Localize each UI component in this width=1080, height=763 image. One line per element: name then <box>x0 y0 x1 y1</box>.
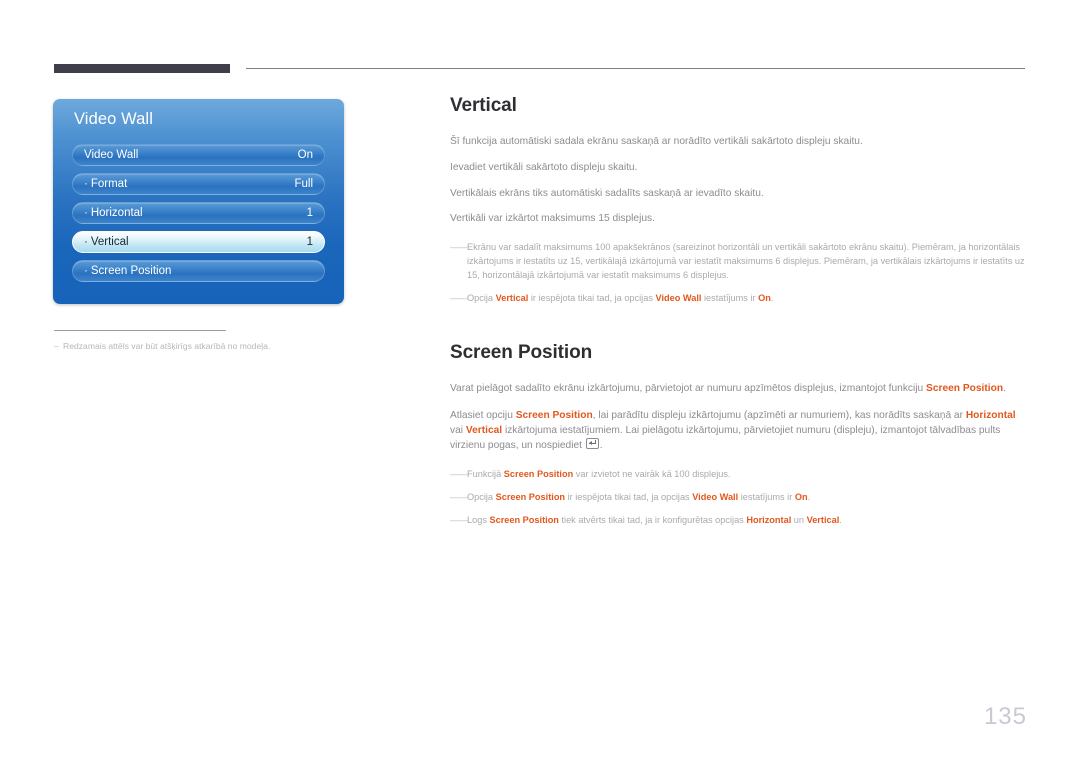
note-item: ―― Logs Screen Position tiek atvērts tika… <box>450 514 1027 528</box>
image-disclaimer-note: – Redzamais attēls var būt atšķirīgs atka… <box>54 330 344 352</box>
note-highlight: Vertical <box>806 515 840 526</box>
osd-menu-item-label: · Vertical <box>84 236 129 248</box>
note-item: ―― Opcija Vertical ir iespējota tikai tad… <box>450 292 1027 306</box>
section-note-list: ―― Ekrānu var sadalīt maksimums 100 apakš… <box>450 241 1027 306</box>
osd-menu-item-horizontal[interactable]: · Horizontal 1 <box>72 202 325 224</box>
video-wall-osd-panel: Video Wall Video Wall On · Format Full · Horiz… <box>53 99 344 304</box>
note-dash-icon: ―― <box>450 469 469 480</box>
note-dash-icon: ―― <box>450 293 469 304</box>
paragraph-highlight: Vertical <box>465 424 503 436</box>
note-highlight: Horizontal <box>746 515 792 526</box>
section-paragraph: Šī funkcija automātiski sadala ekrānu sa… <box>450 136 863 147</box>
osd-menu-item-label: · Format <box>84 178 128 190</box>
note-text: Redzamais attēls var būt atšķirīgs atkar… <box>63 341 271 351</box>
note-highlight: Video Wall <box>692 492 739 503</box>
section-paragraph: Atlasiet opciju Screen Position, lai par… <box>450 409 1016 452</box>
osd-menu-list: Video Wall On · Format Full · Horizontal 1 · Vert… <box>72 144 325 282</box>
page-number: 135 <box>983 703 1027 730</box>
paragraph-highlight: Screen Position <box>515 409 593 421</box>
section-note-list: ―― Funkcijā Screen Position var izvietot … <box>450 468 1027 528</box>
note-dash-icon: ―― <box>450 515 469 526</box>
note-highlight: On <box>758 293 771 304</box>
osd-menu-item-bullet-icon: · <box>84 207 88 219</box>
note-highlight: Screen Position <box>489 515 559 526</box>
section-paragraph: Vertikāli var izkārtot maksimums 15 disp… <box>450 213 655 225</box>
osd-menu-item-label: · Screen Position <box>84 265 172 277</box>
note-highlight: Screen Position <box>503 469 574 480</box>
section-paragraph: Ievadiet vertikāli sakārtoto displeju sk… <box>450 161 638 173</box>
note-text-row: – Redzamais attēls var būt atšķirīgs atka… <box>54 340 344 352</box>
osd-menu-item-vertical[interactable]: · Vertical 1 <box>72 231 325 253</box>
note-item: ―― Ekrānu var sadalīt maksimums 100 apakš… <box>450 242 1025 281</box>
note-highlight: Vertical <box>495 293 529 304</box>
note-item: ―― Funkcijā Screen Position var izvietot … <box>450 468 1027 482</box>
header-rule-group <box>54 64 1025 78</box>
osd-menu-item-bullet-icon: · <box>84 265 88 277</box>
osd-menu-item-screen-position[interactable]: · Screen Position <box>72 260 325 282</box>
osd-menu-item-value: On <box>297 149 313 161</box>
section-paragraph: Vertikālais ekrāns tiks automātiski sada… <box>450 187 764 199</box>
osd-panel-title: Video Wall <box>74 110 153 128</box>
note-dash: – <box>54 341 59 351</box>
osd-menu-item-video-wall[interactable]: Video Wall On <box>72 144 325 166</box>
note-dash-icon: ―― <box>450 242 469 253</box>
osd-menu-item-value: 1 <box>306 207 313 219</box>
osd-menu-item-format[interactable]: · Format Full <box>72 173 325 195</box>
note-item: ―― Opcija Screen Position ir iespējota ti… <box>450 491 1027 505</box>
section-paragraph: Varat pielāgot sadalīto ekrānu izkārtoju… <box>450 383 1006 395</box>
note-highlight: On <box>794 492 808 503</box>
header-rule-thin <box>246 68 1025 69</box>
header-rule-dark <box>54 64 230 73</box>
osd-menu-item-value: 1 <box>306 236 313 248</box>
section-title-screen-position: Screen Position <box>450 342 593 364</box>
osd-menu-item-value: Full <box>294 178 313 190</box>
paragraph-highlight: Horizontal <box>965 409 1016 421</box>
note-highlight: Screen Position <box>495 492 566 503</box>
note-dash-icon: ―― <box>450 492 469 503</box>
paragraph-highlight: Screen Position <box>926 383 1004 395</box>
osd-menu-item-label: · Horizontal <box>84 207 143 219</box>
main-content-column: Vertical Šī funkcija automātiski sadala e… <box>450 95 1027 528</box>
note-divider <box>54 330 226 331</box>
osd-menu-item-bullet-icon: · <box>84 178 88 190</box>
enter-key-icon <box>585 438 599 450</box>
osd-menu-item-bullet-icon: · <box>84 236 88 248</box>
section-title-vertical: Vertical <box>450 95 517 116</box>
osd-menu-item-label: Video Wall <box>84 149 139 161</box>
note-highlight: Video Wall <box>655 293 702 304</box>
